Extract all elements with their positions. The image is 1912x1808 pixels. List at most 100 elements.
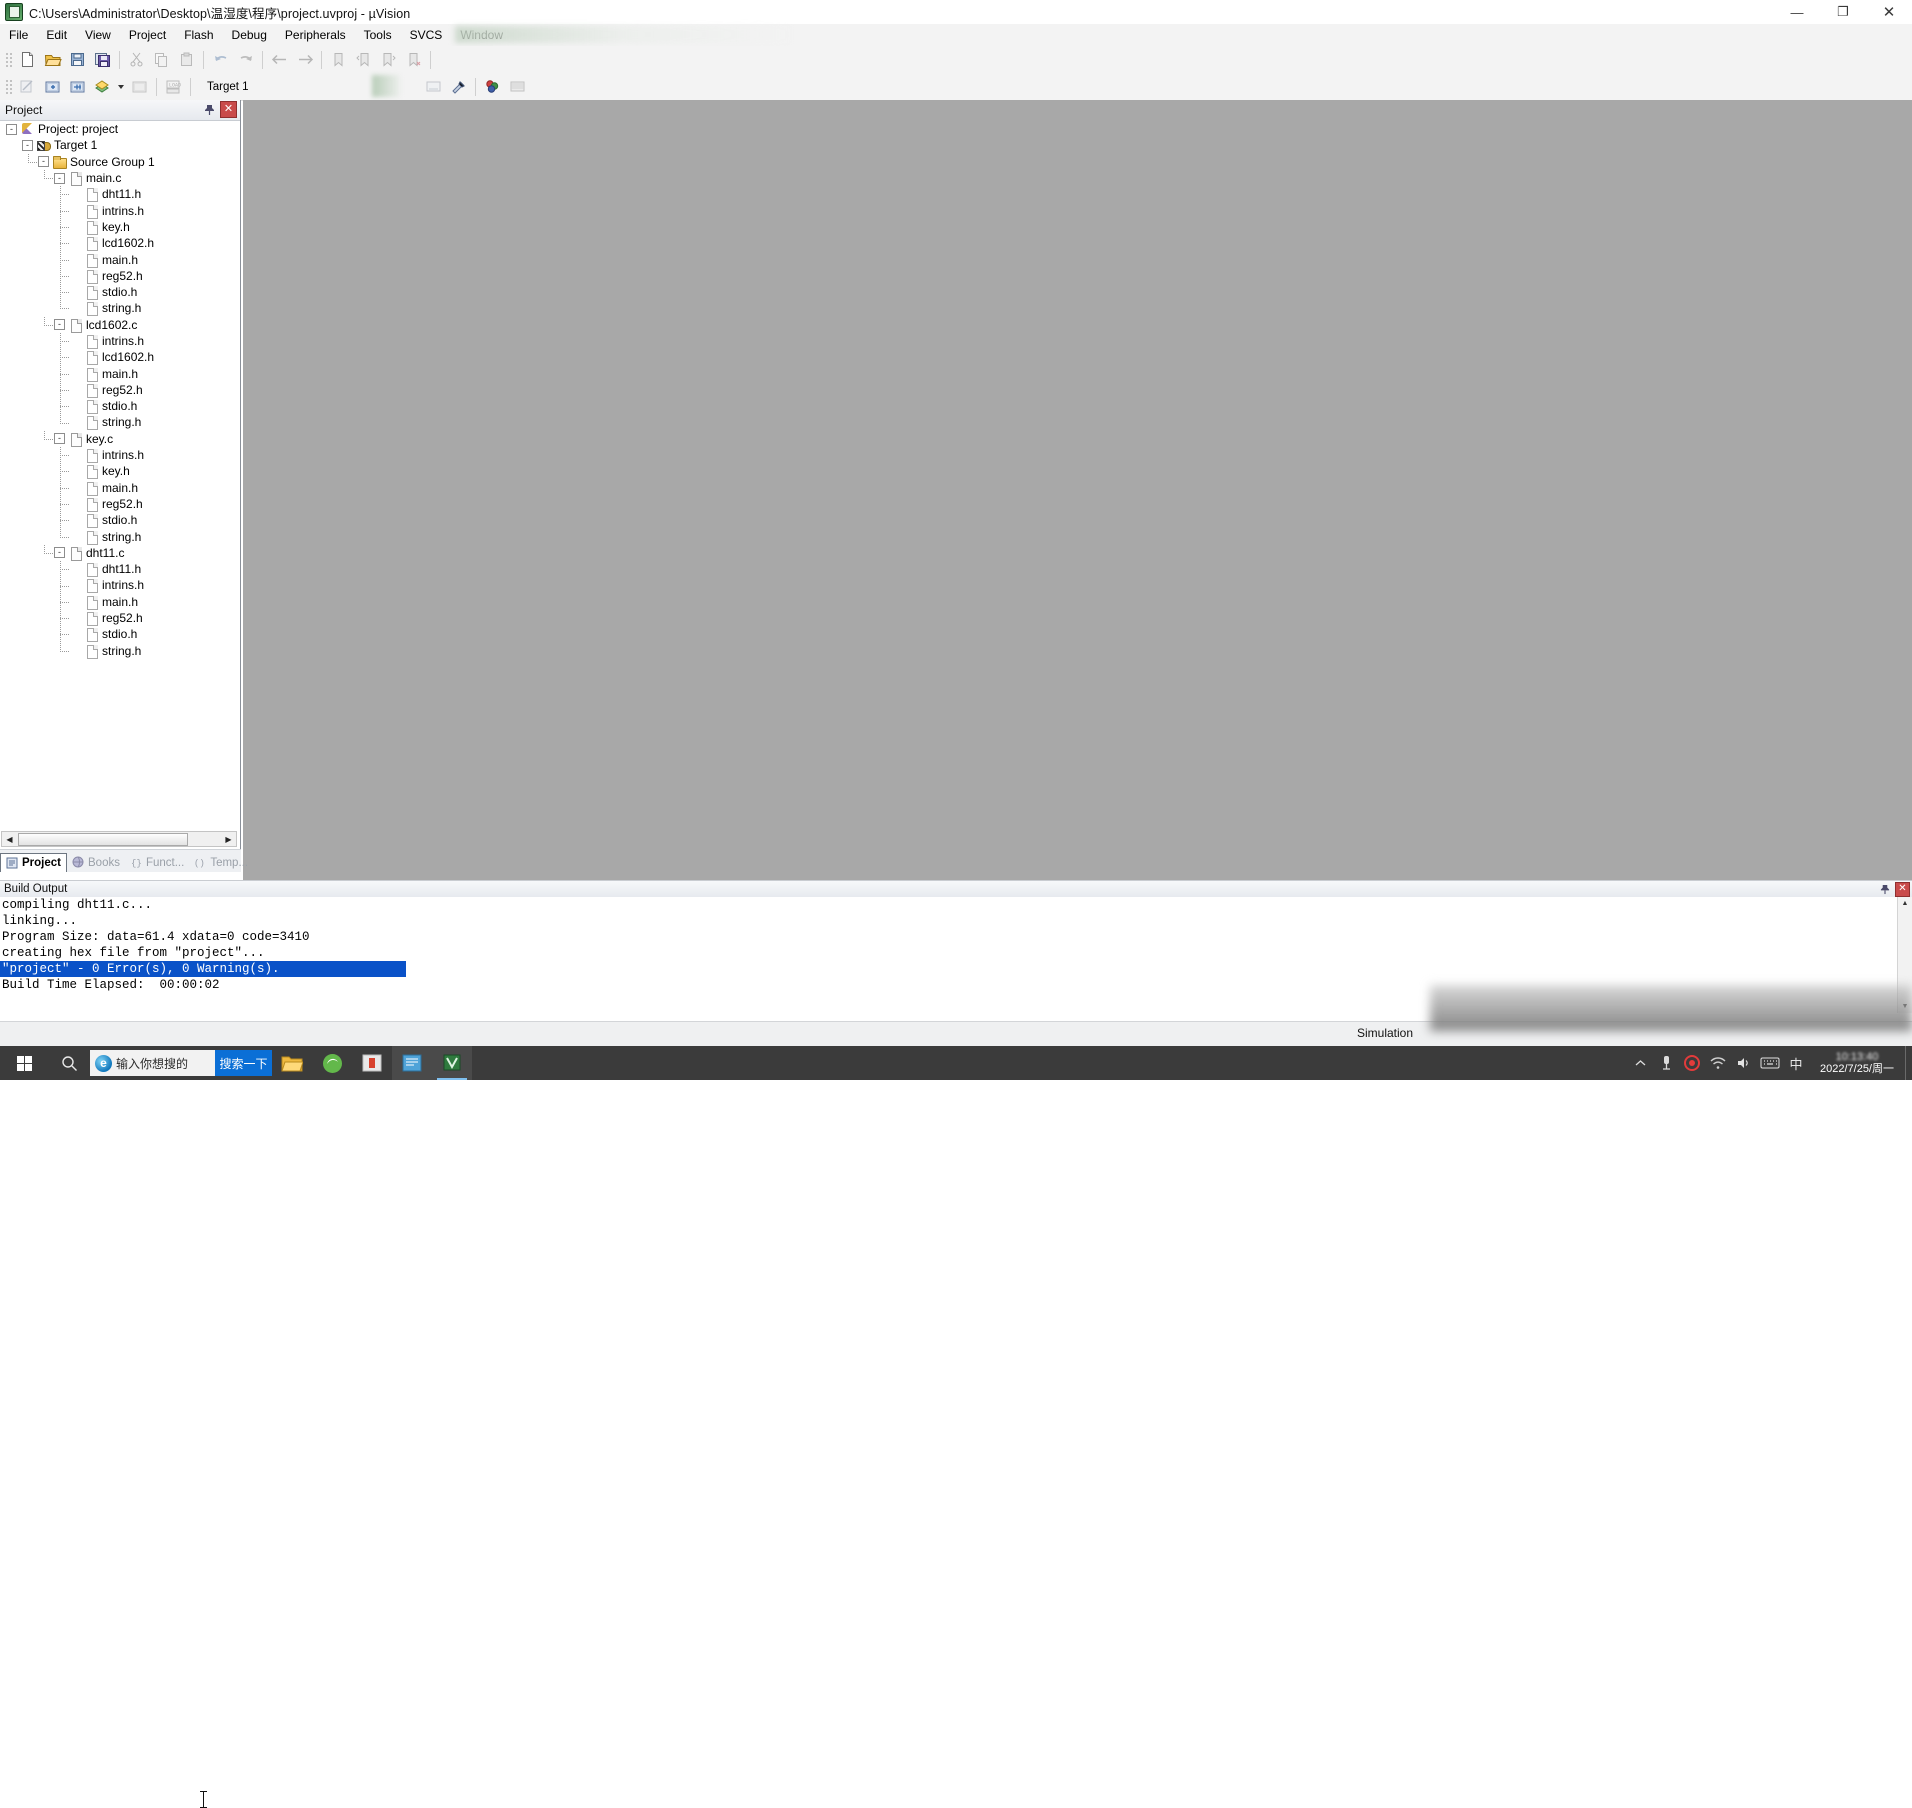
- project-tree-hscrollbar[interactable]: ◀ ▶: [1, 831, 237, 847]
- bookmark-prev-icon[interactable]: [352, 49, 375, 71]
- tree-expander-icon[interactable]: -: [54, 547, 65, 559]
- tree-expander-icon[interactable]: -: [38, 156, 49, 168]
- pin-icon[interactable]: [1878, 881, 1892, 897]
- menu-item-view[interactable]: View: [76, 26, 120, 44]
- stop-build-icon[interactable]: [128, 76, 151, 98]
- tree-item[interactable]: reg52.h: [0, 268, 239, 284]
- menu-item-peripherals[interactable]: Peripherals: [276, 26, 355, 44]
- tree-expander-icon[interactable]: -: [54, 319, 65, 331]
- project-tree[interactable]: - Project: project - Target 1- Source Group …: [0, 121, 239, 830]
- books-icon[interactable]: [506, 76, 529, 98]
- new-file-icon[interactable]: [16, 49, 39, 71]
- editor-area[interactable]: [243, 100, 1912, 885]
- target-selector[interactable]: Target 1: [201, 77, 317, 96]
- keyboard-ime-icon[interactable]: [1757, 1046, 1783, 1080]
- chevron-down-icon[interactable]: [115, 76, 127, 98]
- menu-item-flash[interactable]: Flash: [175, 26, 222, 44]
- wifi-icon[interactable]: [1705, 1046, 1731, 1080]
- tree-item[interactable]: reg52.h: [0, 610, 239, 627]
- build-output-line[interactable]: compiling dht11.c...: [0, 897, 1912, 913]
- tree-item[interactable]: - Project: project: [0, 121, 239, 137]
- tree-item[interactable]: main.h: [0, 365, 239, 382]
- tree-item[interactable]: - Target 1: [0, 137, 239, 153]
- keil-uvision-taskbar-icon[interactable]: [432, 1046, 472, 1080]
- copy-icon[interactable]: [150, 49, 173, 71]
- close-icon[interactable]: ✕: [1895, 881, 1910, 897]
- build-output-line[interactable]: Program Size: data=61.4 xdata=0 code=341…: [0, 929, 1912, 945]
- tree-item[interactable]: string.h: [0, 300, 239, 317]
- tree-expander-icon[interactable]: -: [54, 433, 65, 445]
- tree-item[interactable]: main.h: [0, 251, 239, 268]
- save-icon[interactable]: [66, 49, 89, 71]
- close-button[interactable]: ✕: [1866, 0, 1912, 24]
- menu-item-tools[interactable]: Tools: [355, 26, 401, 44]
- close-icon[interactable]: ✕: [220, 101, 237, 118]
- tree-item[interactable]: stdio.h: [0, 512, 239, 529]
- taskbar-clock[interactable]: 10:13:40 2022/7/25/周一: [1809, 1046, 1905, 1080]
- tree-expander-icon[interactable]: -: [22, 139, 33, 151]
- maximize-button[interactable]: ❐: [1820, 0, 1866, 24]
- tree-expander-icon[interactable]: -: [54, 172, 65, 184]
- build-icon[interactable]: [41, 76, 64, 98]
- tree-item[interactable]: stdio.h: [0, 626, 239, 643]
- translate-icon[interactable]: [16, 76, 39, 98]
- bookmark-clear-icon[interactable]: [402, 49, 425, 71]
- bookmark-next-icon[interactable]: [377, 49, 400, 71]
- taskbar-search-input[interactable]: e 输入你想搜的: [90, 1050, 215, 1076]
- menu-item-svcs[interactable]: SVCS: [401, 26, 452, 44]
- minimize-button[interactable]: —: [1774, 0, 1820, 24]
- tree-item[interactable]: reg52.h: [0, 382, 239, 398]
- tree-item[interactable]: - Source Group 1: [0, 154, 239, 170]
- tree-item[interactable]: string.h: [0, 414, 239, 431]
- usb-device-icon[interactable]: [1653, 1046, 1679, 1080]
- tree-item[interactable]: dht11.h: [0, 186, 239, 203]
- tree-item[interactable]: stdio.h: [0, 398, 239, 415]
- panel-tab-funct[interactable]: {} Funct...: [125, 853, 189, 872]
- open-file-icon[interactable]: [41, 49, 64, 71]
- menu-item-edit[interactable]: Edit: [37, 26, 76, 44]
- tree-item[interactable]: key.h: [0, 463, 239, 480]
- panel-tab-books[interactable]: Books: [67, 853, 125, 872]
- tree-item[interactable]: main.h: [0, 480, 239, 496]
- notepad-app-icon[interactable]: [392, 1046, 432, 1080]
- tree-item[interactable]: lcd1602.h: [0, 349, 239, 366]
- windows-start-icon[interactable]: [0, 1046, 48, 1080]
- media-app-icon[interactable]: [352, 1046, 392, 1080]
- target-options-icon[interactable]: [422, 76, 445, 98]
- toolbar-grip[interactable]: [4, 50, 12, 69]
- tree-item[interactable]: string.h: [0, 643, 239, 659]
- tree-item[interactable]: - dht11.c: [0, 545, 239, 561]
- undo-icon[interactable]: [209, 49, 232, 71]
- cut-icon[interactable]: [125, 49, 148, 71]
- recording-icon[interactable]: [1679, 1046, 1705, 1080]
- redo-icon[interactable]: [234, 49, 257, 71]
- paste-icon[interactable]: [175, 49, 198, 71]
- tree-item[interactable]: main.h: [0, 594, 239, 610]
- tree-item[interactable]: stdio.h: [0, 284, 239, 301]
- tree-item[interactable]: intrins.h: [0, 577, 239, 594]
- search-icon[interactable]: [48, 1046, 90, 1080]
- menu-item-file[interactable]: File: [0, 26, 37, 44]
- tree-item[interactable]: key.h: [0, 219, 239, 235]
- navigate-forward-icon[interactable]: [293, 49, 316, 71]
- tree-item[interactable]: dht11.h: [0, 561, 239, 578]
- tree-item[interactable]: string.h: [0, 528, 239, 545]
- panel-tab-project[interactable]: Project: [0, 853, 67, 872]
- tree-item[interactable]: intrins.h: [0, 333, 239, 349]
- manage-components-icon[interactable]: [481, 76, 504, 98]
- ime-mode-icon[interactable]: 中: [1783, 1046, 1809, 1080]
- bookmark-toggle-icon[interactable]: [327, 49, 350, 71]
- panel-tab-temp[interactable]: () Temp...: [189, 853, 253, 872]
- tree-item[interactable]: intrins.h: [0, 447, 239, 464]
- scroll-up-arrow-icon[interactable]: ▲: [1898, 897, 1912, 910]
- toolbar-grip[interactable]: [4, 77, 12, 96]
- taskbar-search-button[interactable]: 搜索一下: [215, 1050, 272, 1076]
- pin-icon[interactable]: [202, 102, 216, 118]
- tree-item[interactable]: intrins.h: [0, 202, 239, 219]
- rebuild-icon[interactable]: [66, 76, 89, 98]
- scroll-right-arrow-icon[interactable]: ▶: [221, 832, 236, 846]
- tree-expander-icon[interactable]: -: [6, 123, 17, 135]
- menu-item-project[interactable]: Project: [120, 26, 175, 44]
- build-output-line[interactable]: linking...: [0, 913, 1912, 929]
- tree-item[interactable]: - key.c: [0, 431, 239, 447]
